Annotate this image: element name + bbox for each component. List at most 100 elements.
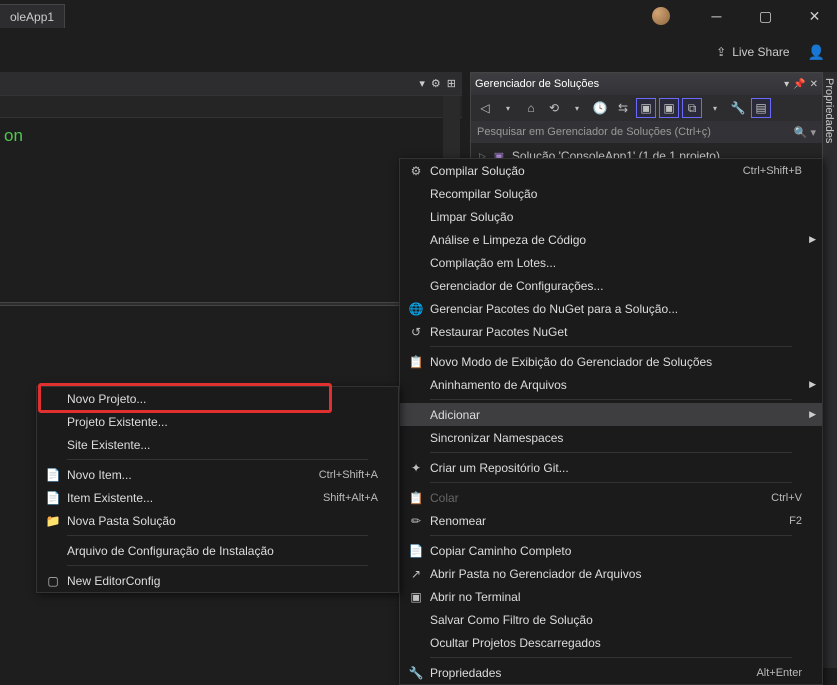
add-item-10[interactable]: ▢New EditorConfig [37,569,398,592]
app-document-tab[interactable]: oleApp1 [0,4,65,28]
ctx-item-21[interactable]: ↗Abrir Pasta no Gerenciador de Arquivos [400,562,822,585]
top-toolbar: ⇪ Live Share 👤 [0,32,837,72]
editor-splitter[interactable] [0,302,462,306]
dropdown-icon[interactable]: ▾ [498,98,518,118]
ctx-item-icon: ↺ [404,325,428,339]
ctx-item-1[interactable]: Recompilar Solução [400,182,822,205]
add-item-4[interactable]: 📄Novo Item...Ctrl+Shift+A [37,463,398,486]
navigation-bar[interactable] [0,96,462,118]
ctx-item-icon: ✏ [404,514,428,528]
properties-side-tab[interactable]: Propriedades [823,72,837,668]
live-share-label: Live Share [732,45,789,59]
ctx-item-icon: ✦ [404,461,428,475]
ctx-item-label: Renomear [428,514,759,528]
ctx-item-0[interactable]: ⚙Compilar SoluçãoCtrl+Shift+B [400,159,822,182]
pending-icon[interactable]: 🕓 [590,98,610,118]
pin-icon[interactable]: 📌 [793,79,805,90]
minimize-button[interactable]: ─ [694,0,739,32]
ctx-item-accel: Ctrl+Shift+B [743,165,802,177]
close-icon: ✕ [809,8,821,25]
split-icon[interactable]: ⊞ [447,77,456,90]
ctx-item-accel: Alt+Enter [756,667,802,679]
titlebar-right: ─ ▢ ✕ [652,0,837,32]
ctx-separator [430,346,792,347]
ctx-item-13[interactable]: Sincronizar Namespaces [400,426,822,449]
add-separator [67,565,368,566]
maximize-button[interactable]: ▢ [743,0,788,32]
add-item-5[interactable]: 📄Item Existente...Shift+Alt+A [37,486,398,509]
panel-menu-icon[interactable]: ▾ [784,79,789,90]
show-all-icon[interactable]: ▣ [636,98,656,118]
preview-icon[interactable]: ▣ [659,98,679,118]
nest-icon[interactable]: ⧉ [682,98,702,118]
panel-toolbar: ◁ ▾ ⌂ ⟲ ▾ 🕓 ⇆ ▣ ▣ ⧉ ▾ 🔧 ▤ [471,95,822,121]
ctx-item-icon: 🌐 [404,302,428,316]
add-item-0[interactable]: Novo Projeto... [37,387,398,410]
ctx-item-2[interactable]: Limpar Solução [400,205,822,228]
add-item-6[interactable]: 📁Nova Pasta Solução [37,509,398,532]
ctx-item-22[interactable]: ▣Abrir no Terminal [400,585,822,608]
submenu-arrow-icon: ▶ [809,234,816,245]
panel-close-icon[interactable]: ✕ [810,79,818,90]
ctx-item-12[interactable]: Adicionar▶ [400,403,822,426]
add-item-label: Projeto Existente... [65,415,378,429]
gear-icon[interactable]: ⚙ [431,77,441,90]
add-item-1[interactable]: Projeto Existente... [37,410,398,433]
ctx-item-17: 📋ColarCtrl+V [400,486,822,509]
add-item-icon: ▢ [41,574,65,588]
live-share-button[interactable]: ⇪ Live Share [716,45,789,59]
code-fragment: on [4,126,23,145]
collapse-icon[interactable]: ⇆ [613,98,633,118]
ctx-item-label: Limpar Solução [428,210,802,224]
ctx-item-label: Salvar Como Filtro de Solução [428,613,802,627]
back-icon[interactable]: ◁ [475,98,495,118]
ctx-separator [430,399,792,400]
ctx-item-label: Ocultar Projetos Descarregados [428,636,802,650]
view-icon[interactable]: ▤ [751,98,771,118]
add-item-label: Item Existente... [65,491,293,505]
ctx-item-5[interactable]: Gerenciador de Configurações... [400,274,822,297]
add-item-label: New EditorConfig [65,574,378,588]
ctx-item-label: Gerenciar Pacotes do NuGet para a Soluçã… [428,302,802,316]
submenu-arrow-icon: ▶ [809,379,816,390]
feedback-icon[interactable]: 👤 [808,44,825,61]
ctx-item-20[interactable]: 📄Copiar Caminho Completo [400,539,822,562]
ctx-separator [430,452,792,453]
add-item-8[interactable]: Arquivo de Configuração de Instalação [37,539,398,562]
add-submenu: Novo Projeto... Projeto Existente... Site … [36,386,399,593]
ctx-item-23[interactable]: Salvar Como Filtro de Solução [400,608,822,631]
ctx-item-10[interactable]: Aninhamento de Arquivos ▶ [400,373,822,396]
properties-side-tab-label: Propriedades [823,72,835,143]
ctx-item-6[interactable]: 🌐Gerenciar Pacotes do NuGet para a Soluç… [400,297,822,320]
ctx-item-7[interactable]: ↺Restaurar Pacotes NuGet [400,320,822,343]
ctx-item-18[interactable]: ✏RenomearF2 [400,509,822,532]
ctx-item-accel: Ctrl+V [771,492,802,504]
ctx-item-9[interactable]: 📋Novo Modo de Exibição do Gerenciador de… [400,350,822,373]
ctx-item-label: Sincronizar Namespaces [428,431,802,445]
editor-dropdown-icon[interactable]: ▾ [419,77,425,90]
ctx-item-4[interactable]: Compilação em Lotes... [400,251,822,274]
ctx-item-3[interactable]: Análise e Limpeza de Código▶ [400,228,822,251]
ctx-item-label: Copiar Caminho Completo [428,544,802,558]
code-surface[interactable]: on [0,118,462,155]
ctx-separator [430,657,792,658]
ctx-item-icon: 📋 [404,355,428,369]
submenu-arrow-icon: ▶ [809,409,816,420]
home-icon[interactable]: ⌂ [521,98,541,118]
ctx-item-15[interactable]: ✦Criar um Repositório Git... [400,456,822,479]
ctx-item-24[interactable]: Ocultar Projetos Descarregados [400,631,822,654]
sync-icon[interactable]: ⟲ [544,98,564,118]
search-input[interactable]: Pesquisar em Gerenciador de Soluções (Ct… [471,121,822,143]
ctx-item-26[interactable]: 🔧PropriedadesAlt+Enter [400,661,822,684]
maximize-icon: ▢ [759,8,772,25]
add-item-accel: Shift+Alt+A [323,492,378,504]
panel-header-buttons: ▾ 📌 ✕ [784,79,818,90]
ctx-item-label: Aninhamento de Arquivos [428,378,802,392]
add-item-2[interactable]: Site Existente... [37,433,398,456]
dropdown-icon-2[interactable]: ▾ [567,98,587,118]
dropdown-icon-3[interactable]: ▾ [705,98,725,118]
user-avatar[interactable] [652,7,670,25]
panel-header[interactable]: Gerenciador de Soluções ▾ 📌 ✕ [471,73,822,95]
close-button[interactable]: ✕ [792,0,837,32]
wrench-icon[interactable]: 🔧 [728,98,748,118]
